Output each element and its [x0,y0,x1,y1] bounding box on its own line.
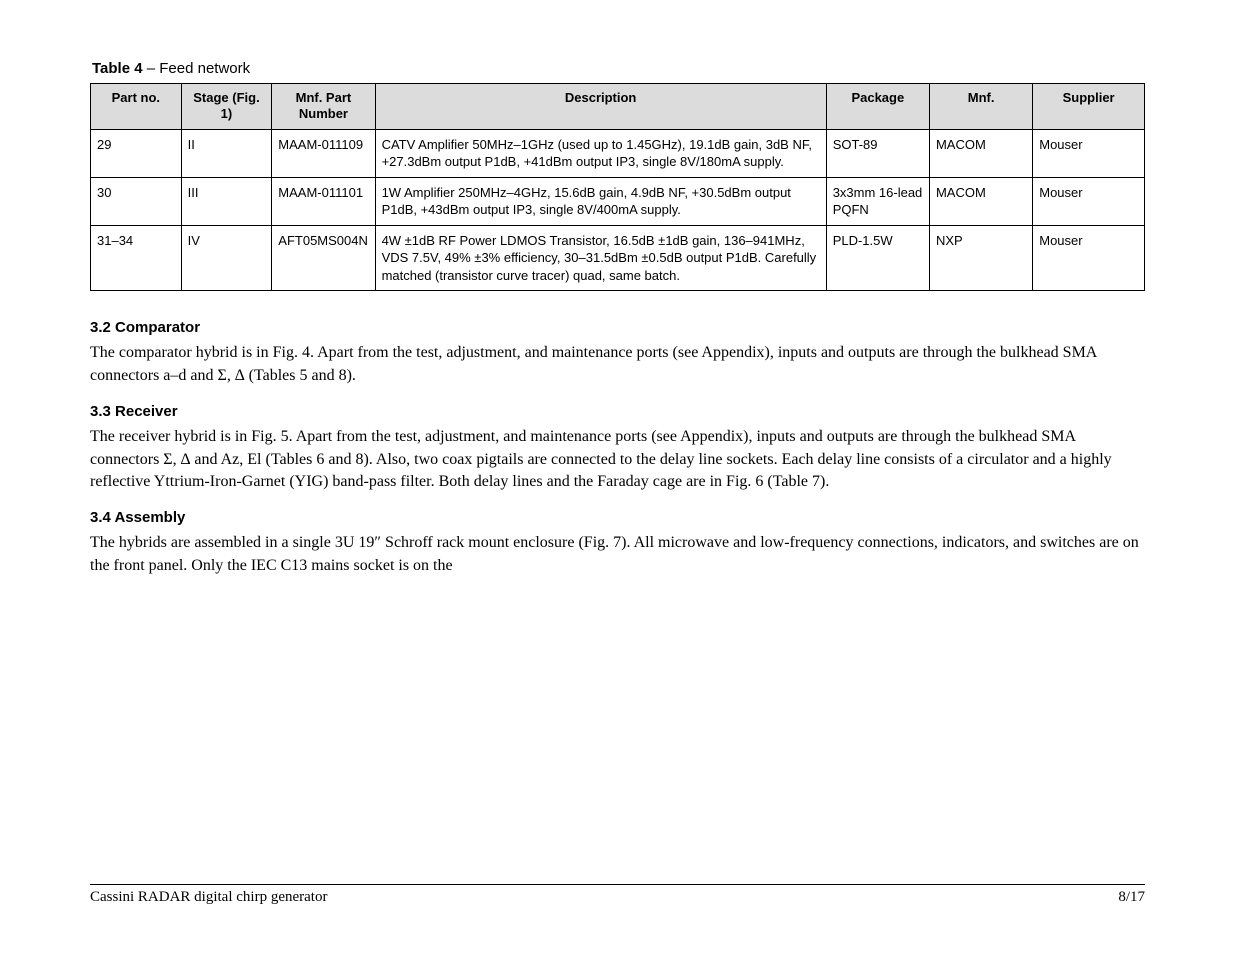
body-text: 3.2 Comparator The comparator hybrid is … [90,317,1145,577]
th-sup: Supplier [1033,84,1145,130]
cell-stage: III [181,177,272,225]
cell-desc: CATV Amplifier 50MHz–1GHz (used up to 1.… [375,129,826,177]
table-header-row: Part no. Stage (Fig. 1) Mnf. Part Number… [91,84,1145,130]
cell-pkg: 3x3mm 16-lead PQFN [826,177,929,225]
th-desc: Description [375,84,826,130]
spec-table: Part no. Stage (Fig. 1) Mnf. Part Number… [90,83,1145,291]
cell-part: 31–34 [91,225,182,291]
footer-rule [90,884,1145,885]
cell-desc: 1W Amplifier 250MHz–4GHz, 15.6dB gain, 4… [375,177,826,225]
cell-mpn: MAAM-011101 [272,177,375,225]
table-title: Table 4 – Feed network [92,60,1145,77]
cell-sup: Mouser [1033,177,1145,225]
cell-stage: II [181,129,272,177]
cell-desc: 4W ±1dB RF Power LDMOS Transistor, 16.5d… [375,225,826,291]
cell-mnf: MACOM [929,129,1032,177]
cell-pkg: SOT-89 [826,129,929,177]
cell-stage: IV [181,225,272,291]
th-mpn: Mnf. Part Number [272,84,375,130]
cell-mpn: AFT05MS004N [272,225,375,291]
cell-sup: Mouser [1033,225,1145,291]
section-paragraph: The comparator hybrid is in Fig. 4. Apar… [90,342,1145,387]
cell-mnf: MACOM [929,177,1032,225]
section-heading: 3.4 Assembly [90,507,1145,528]
cell-pkg: PLD-1.5W [826,225,929,291]
table-number: Table 4 [92,60,143,77]
cell-mnf: NXP [929,225,1032,291]
table-row: 30 III MAAM-011101 1W Amplifier 250MHz–4… [91,177,1145,225]
page: Table 4 – Feed network Part no. Stage (F… [0,0,1235,954]
th-part: Part no. [91,84,182,130]
cell-part: 30 [91,177,182,225]
table-row: 31–34 IV AFT05MS004N 4W ±1dB RF Power LD… [91,225,1145,291]
th-pkg: Package [826,84,929,130]
th-stage: Stage (Fig. 1) [181,84,272,130]
section-paragraph: The receiver hybrid is in Fig. 5. Apart … [90,426,1145,493]
section-paragraph: The hybrids are assembled in a single 3U… [90,532,1145,577]
cell-sup: Mouser [1033,129,1145,177]
table-title-rest: – Feed network [143,60,251,77]
th-mnf: Mnf. [929,84,1032,130]
cell-part: 29 [91,129,182,177]
page-footer: Cassini RADAR digital chirp generator 8/… [90,884,1145,906]
footer-right: 8/17 [1118,889,1145,906]
section-heading: 3.2 Comparator [90,317,1145,338]
section-heading: 3.3 Receiver [90,401,1145,422]
cell-mpn: MAAM-011109 [272,129,375,177]
table-row: 29 II MAAM-011109 CATV Amplifier 50MHz–1… [91,129,1145,177]
footer-left: Cassini RADAR digital chirp generator [90,889,327,906]
